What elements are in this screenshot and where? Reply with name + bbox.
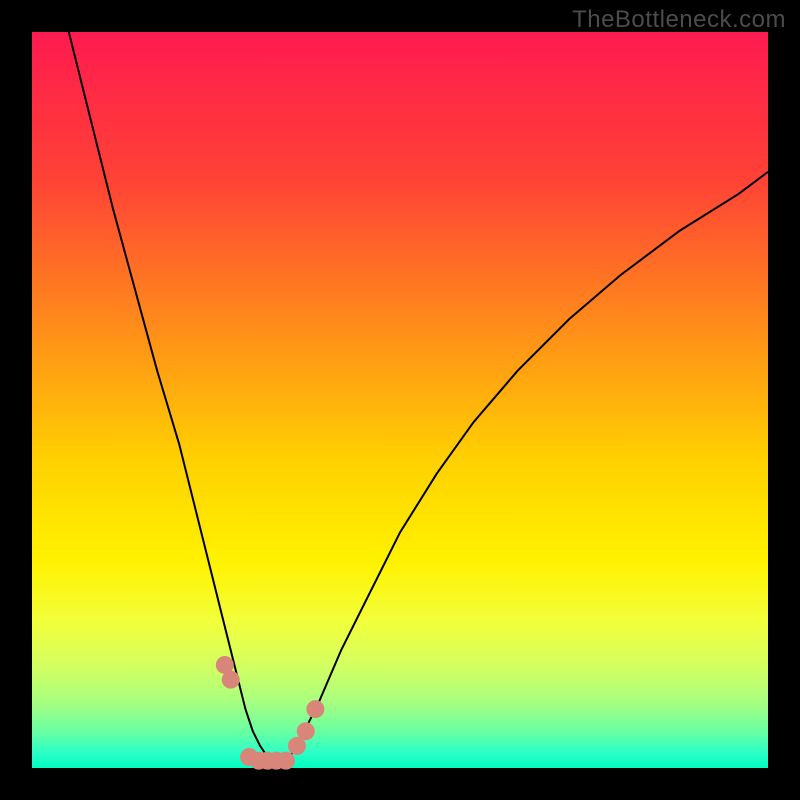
bottleneck-curve bbox=[69, 32, 768, 761]
chart-plot-area bbox=[32, 32, 768, 768]
valley-markers-group bbox=[216, 656, 325, 770]
watermark-text: TheBottleneck.com bbox=[572, 6, 786, 34]
chart-curve-layer bbox=[32, 32, 768, 768]
valley-marker bbox=[306, 700, 324, 718]
valley-marker bbox=[222, 671, 240, 689]
valley-marker bbox=[277, 752, 295, 770]
valley-marker bbox=[297, 722, 315, 740]
